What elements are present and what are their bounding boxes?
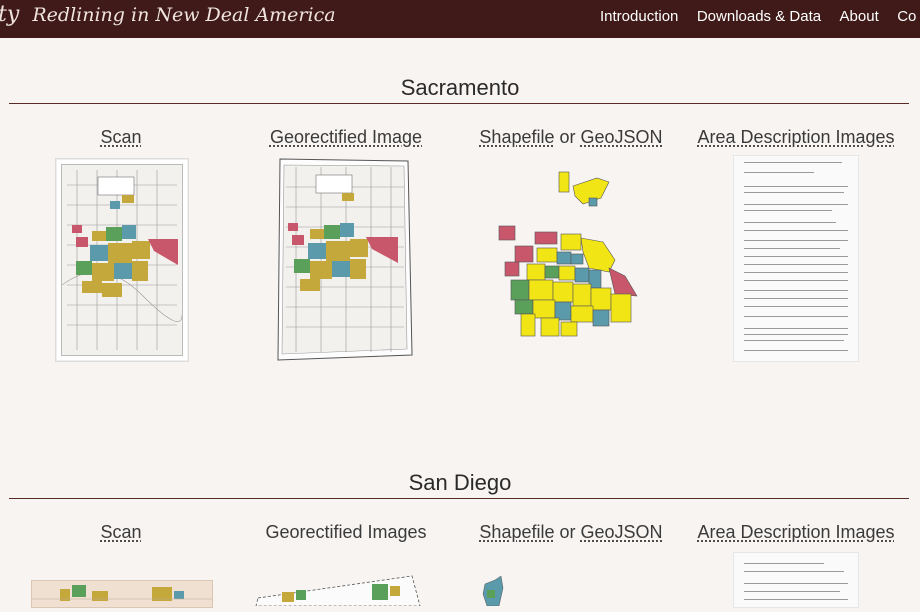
georectified-thumbnail[interactable] [276,157,414,361]
doc-line [744,240,848,241]
brand-subtitle: Redlining in New Deal America [32,4,336,26]
doc-line [744,306,848,307]
section-divider [9,498,909,499]
georectified-image-link[interactable]: Georectified Image [270,127,422,147]
doc-line [744,599,848,600]
geojson-link[interactable]: GeoJSON [581,522,663,542]
doc-line [744,350,848,351]
doc-line [744,186,848,187]
shapefile-link[interactable]: Shapefile [479,522,554,542]
city-title-san-diego: San Diego [408,470,512,495]
nav-about[interactable]: About [840,8,879,25]
shapefile-heading: Shapefile or GeoJSON [461,522,681,543]
shapefile-map-drawing [482,575,504,607]
doc-line [744,204,848,205]
scan-link[interactable]: Scan [100,127,141,147]
doc-line [744,583,848,584]
scan-thumbnail[interactable] [55,158,189,362]
brand-title-partial: ty [0,2,20,27]
doc-line [744,172,814,173]
area-description-link[interactable]: Area Description Images [697,522,894,542]
shapefile-link[interactable]: Shapefile [479,127,554,147]
georectified-thumbnail[interactable] [252,574,422,607]
main-nav: Introduction Downloads & Data About Co [600,8,920,26]
or-text: or [559,127,576,147]
doc-line [744,264,848,265]
georectified-heading: Georectified Image [246,127,446,148]
georectified-map-drawing [277,158,413,361]
georectified-map-drawing [255,575,421,607]
city-title-sacramento: Sacramento [400,75,520,100]
doc-line [744,248,840,249]
scan-heading: Scan [61,127,181,148]
georectified-heading: Georectified Images [236,522,456,543]
shapefile-map-drawing [498,171,638,337]
area-description-heading: Area Description Images [686,522,906,543]
nav-contact-partial[interactable]: Co [897,8,916,25]
doc-line [744,563,824,564]
doc-line [744,298,848,299]
area-description-thumbnail[interactable] [733,552,859,608]
nav-downloads-data[interactable]: Downloads & Data [697,8,821,25]
scan-heading: Scan [61,522,181,543]
doc-line [744,334,848,335]
shapefile-heading: Shapefile or GeoJSON [461,127,681,148]
scan-thumbnail[interactable] [31,580,213,608]
doc-line [744,571,844,572]
doc-line [744,316,848,317]
georectified-images-label: Georectified Images [265,522,427,542]
area-description-heading: Area Description Images [686,127,906,148]
doc-line [744,230,848,231]
shapefile-thumbnail[interactable] [481,574,505,607]
geojson-link[interactable]: GeoJSON [581,127,663,147]
scan-map-drawing [62,165,182,355]
doc-line [744,222,836,223]
doc-line [744,340,844,341]
doc-line [744,210,832,211]
doc-line [744,328,848,329]
scan-link[interactable]: Scan [100,522,141,542]
shapefile-thumbnail[interactable] [497,168,639,343]
doc-line [744,290,848,291]
or-text: or [559,522,576,542]
scan-map-image [61,164,183,356]
top-navigation-bar: ty Redlining in New Deal America Introdu… [0,0,920,38]
area-description-thumbnail[interactable] [733,155,859,362]
section-divider [9,103,909,104]
doc-line [744,192,844,193]
doc-line [744,272,848,273]
nav-introduction[interactable]: Introduction [600,8,678,25]
scan-map-drawing [32,585,212,601]
doc-line [744,280,848,281]
area-description-link[interactable]: Area Description Images [697,127,894,147]
doc-line [744,162,842,163]
site-brand[interactable]: ty Redlining in New Deal America [0,2,336,27]
doc-line [744,256,848,257]
doc-line [744,591,840,592]
